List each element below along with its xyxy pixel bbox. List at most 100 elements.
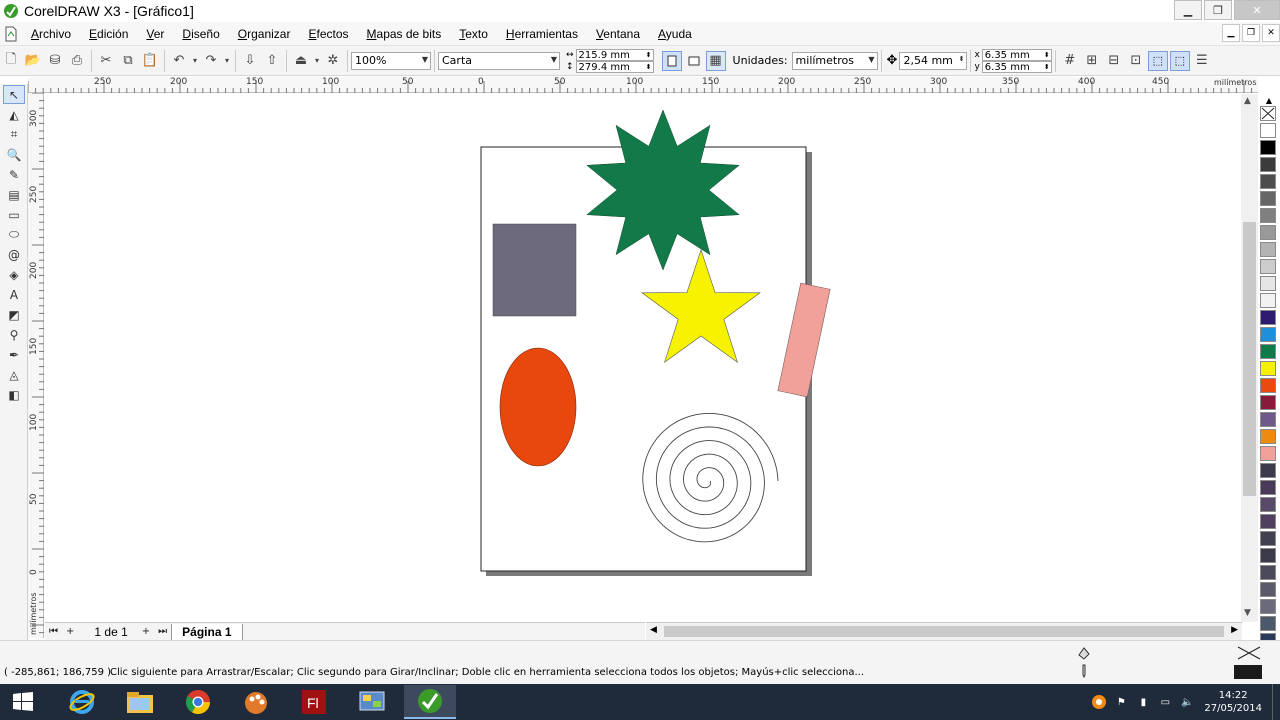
chrome-icon[interactable]	[172, 685, 224, 719]
windows-start-icon[interactable]	[0, 684, 46, 720]
spin-arrows-icon[interactable]: ⬍	[959, 55, 965, 63]
palette-swatch[interactable]	[1260, 599, 1276, 614]
system-clock[interactable]: 14:22 27/05/2014	[1204, 689, 1262, 715]
palette-swatch[interactable]	[1260, 565, 1276, 580]
vertical-scrollbar[interactable]: ▲ ▼	[1241, 94, 1258, 622]
orange-ellipse-shape[interactable]	[499, 347, 577, 467]
spin-arrows-icon[interactable]: ⬍	[1044, 50, 1050, 61]
basic-shapes-tool-icon[interactable]: ◈	[3, 265, 25, 284]
pick-tool-icon[interactable]: ↖	[3, 85, 25, 104]
minimize-button[interactable]: ▁	[1174, 0, 1202, 20]
menu-ayuda[interactable]: Ayuda	[649, 27, 701, 41]
scroll-right-icon[interactable]: ▶	[1231, 625, 1238, 635]
file-explorer-icon[interactable]	[114, 685, 166, 719]
units-select[interactable]: milímetros ▼	[791, 51, 878, 70]
palette-swatch[interactable]	[1260, 514, 1276, 529]
palette-swatch[interactable]	[1260, 259, 1276, 274]
vertical-ruler[interactable]: 300 250 200 150 100 50 0 milímetros	[28, 93, 44, 638]
copy-icon[interactable]: ⧉	[118, 51, 138, 71]
avast-icon[interactable]	[1090, 693, 1108, 711]
crop-tool-icon[interactable]: ⌗	[3, 125, 25, 144]
page-tab-1[interactable]: Página 1	[171, 623, 243, 640]
palette-swatch[interactable]	[1260, 293, 1276, 308]
smart-fill-tool-icon[interactable]: ▤	[3, 185, 25, 204]
paper-type-select[interactable]: Carta ▼	[438, 51, 560, 70]
coreldraw-taskbar-icon[interactable]	[404, 685, 456, 719]
horizontal-scroll-thumb[interactable]	[664, 626, 1224, 637]
shape-tool-icon[interactable]: ◭	[3, 105, 25, 124]
spin-arrows-icon[interactable]: ⬍	[646, 62, 652, 73]
zoom-tool-icon[interactable]: 🔍	[3, 145, 25, 164]
palette-swatch[interactable]	[1260, 208, 1276, 223]
palette-swatch[interactable]	[1260, 395, 1276, 410]
redo-dropdown-icon[interactable]: ▾	[223, 51, 231, 71]
undo-icon[interactable]: ↶	[169, 51, 189, 71]
interactive-blend-tool-icon[interactable]: ◩	[3, 305, 25, 324]
spin-arrows-icon[interactable]: ⬍	[646, 50, 652, 61]
gray-rectangle-shape[interactable]	[492, 223, 577, 317]
menu-herramientas[interactable]: Herramientas	[497, 27, 587, 41]
welcome-screen-icon[interactable]: ✲	[323, 51, 343, 71]
fill-tool-icon[interactable]: ◬	[3, 365, 25, 384]
document-icon[interactable]	[0, 23, 22, 45]
power-icon[interactable]: ▭	[1156, 693, 1174, 711]
palette-swatch[interactable]	[1260, 242, 1276, 257]
add-page-after-icon[interactable]: +	[138, 626, 154, 637]
palette-swatch[interactable]	[1260, 123, 1276, 138]
close-button[interactable]: ✕	[1234, 0, 1280, 20]
palette-swatch[interactable]	[1260, 310, 1276, 325]
flash-app-icon[interactable]: Fl	[288, 685, 340, 719]
save-icon[interactable]: ⛁	[45, 51, 65, 71]
menu-edicion[interactable]: Edición	[80, 27, 137, 41]
duplicate-y-field[interactable]: 6.35 mm ⬍	[981, 60, 1052, 73]
cut-icon[interactable]: ✂	[96, 51, 116, 71]
menu-organizar[interactable]: Organizar	[229, 27, 300, 41]
internet-explorer-icon[interactable]	[56, 685, 108, 719]
show-desktop-button[interactable]	[1272, 684, 1280, 720]
treat-as-filled-button[interactable]: ⬚	[1147, 50, 1168, 71]
palette-swatch[interactable]	[1260, 140, 1276, 155]
paper-height-field[interactable]: 279.4 mm ⬍	[575, 60, 654, 73]
redo-icon[interactable]: ↷	[201, 51, 221, 71]
freehand-tool-icon[interactable]: ✎	[3, 165, 25, 184]
restore-button[interactable]: ❐	[1204, 0, 1232, 20]
scroll-down-icon[interactable]: ▼	[1244, 608, 1251, 618]
palette-swatch[interactable]	[1260, 429, 1276, 444]
print-icon[interactable]: ⎙	[67, 51, 87, 71]
palette-swatch[interactable]	[1260, 480, 1276, 495]
control-panel-icon[interactable]	[346, 685, 398, 719]
duplicate-x-field[interactable]: 6.35 mm ⬍	[981, 48, 1052, 61]
outline-status-icon[interactable]	[1076, 663, 1092, 679]
undo-dropdown-icon[interactable]: ▾	[191, 51, 199, 71]
palette-scroll-up-icon[interactable]: ▲	[1260, 96, 1278, 106]
portrait-button[interactable]	[661, 50, 682, 71]
scroll-left-icon[interactable]: ◀	[650, 625, 657, 635]
doc-restore-button[interactable]: ❐	[1242, 24, 1260, 42]
palette-swatch[interactable]	[1260, 225, 1276, 240]
menu-ver[interactable]: Ver	[137, 27, 173, 41]
application-launcher-icon[interactable]: ⏏	[291, 51, 311, 71]
network-icon[interactable]: ▮	[1134, 693, 1152, 711]
volume-icon[interactable]: 🔈	[1178, 693, 1196, 711]
draw-preview-button[interactable]: ⬚	[1169, 50, 1190, 71]
interactive-fill-tool-icon[interactable]: ◧	[3, 385, 25, 404]
palette-swatch[interactable]	[1260, 412, 1276, 427]
export-icon[interactable]: ⇧	[262, 51, 282, 71]
palette-swatch[interactable]	[1260, 497, 1276, 512]
palette-swatch[interactable]	[1260, 378, 1276, 393]
horizontal-scrollbar[interactable]: ◀ ▶	[646, 622, 1242, 640]
outline-color-swatch[interactable]	[1234, 665, 1262, 679]
ellipse-tool-icon[interactable]: ⬭	[3, 225, 25, 244]
nudge-distance-field[interactable]: 2,54 mm ⬍	[899, 51, 968, 70]
palette-swatch[interactable]	[1260, 174, 1276, 189]
doc-close-button[interactable]: ✕	[1262, 24, 1280, 42]
spiral-tool-icon[interactable]: @	[3, 245, 25, 264]
coreldraw-app-icon[interactable]	[2, 2, 20, 20]
palette-swatch[interactable]	[1260, 191, 1276, 206]
palette-swatch[interactable]	[1260, 463, 1276, 478]
flag-icon[interactable]: ⚑	[1112, 693, 1130, 711]
first-page-icon[interactable]: ⏮	[45, 626, 62, 637]
menu-ventana[interactable]: Ventana	[587, 27, 649, 41]
menu-archivo[interactable]: Archivo	[22, 27, 80, 41]
paint-app-icon[interactable]	[230, 685, 282, 719]
